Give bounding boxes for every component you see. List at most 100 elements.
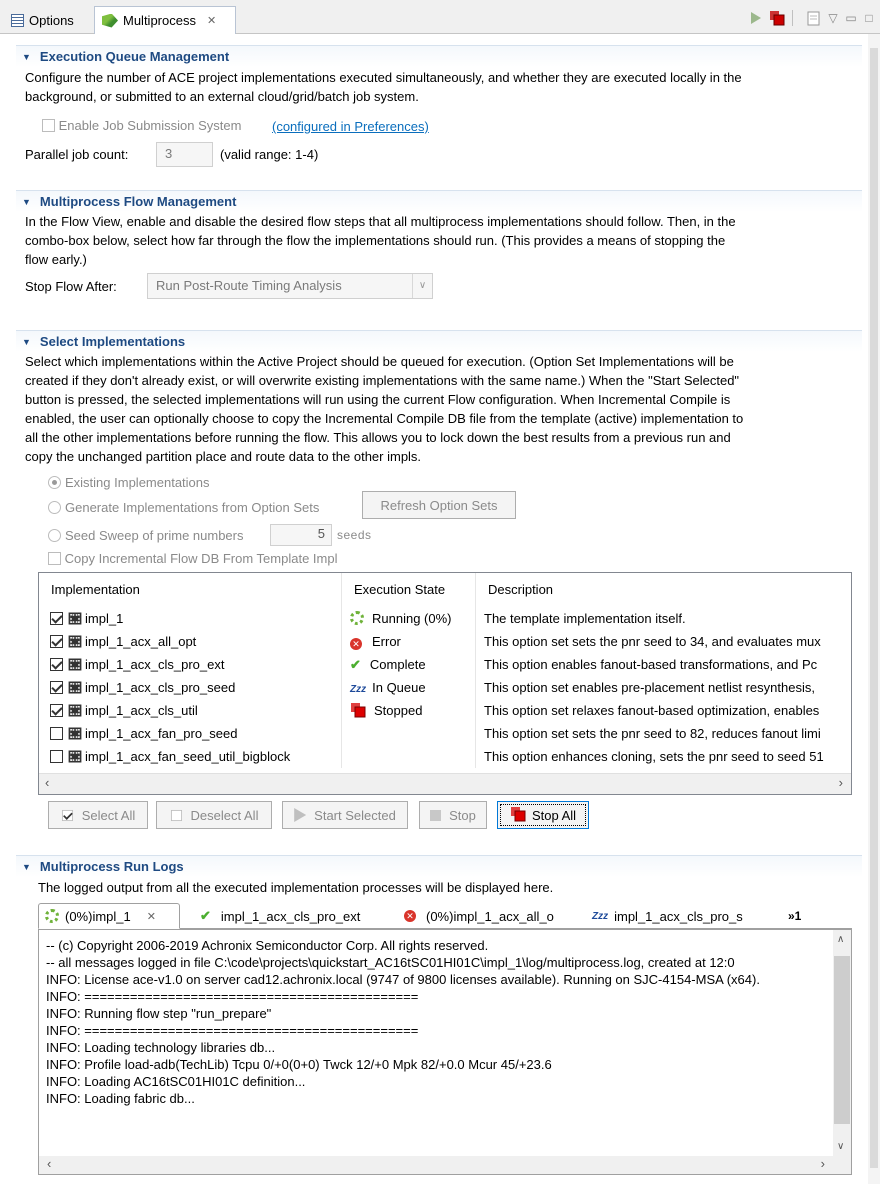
page-scrollbar[interactable] xyxy=(868,34,880,1184)
preferences-link[interactable]: (configured in Preferences) xyxy=(272,117,429,136)
row-description: This option enables fanout-based transfo… xyxy=(475,653,851,676)
collapse-arrow-icon: ▼ xyxy=(22,861,31,872)
stop-all-button[interactable]: Stop All xyxy=(497,801,589,829)
collapse-arrow-icon: ▼ xyxy=(22,51,31,62)
maximize-icon[interactable]: □ xyxy=(860,10,878,26)
stop-icon xyxy=(430,809,442,821)
chip-icon xyxy=(68,750,82,763)
log-scroll-thumb[interactable] xyxy=(834,956,850,1124)
column-description[interactable]: Description xyxy=(475,573,851,607)
error-icon: ✕ xyxy=(350,638,362,650)
stop-all-toolbar-icon[interactable] xyxy=(768,10,786,26)
page-scroll-thumb[interactable] xyxy=(870,48,878,1168)
view-menu-icon[interactable]: ▽ xyxy=(824,10,842,26)
log-output[interactable]: -- (c) Copyright 2006-2019 Achronix Semi… xyxy=(38,929,852,1175)
row-checkbox[interactable] xyxy=(50,635,63,648)
table-row[interactable]: impl_1_acx_cls_pro_seed Zzz In Queue This… xyxy=(39,676,851,699)
chevron-down-icon: ∨ xyxy=(412,274,432,298)
select-description-1: Select which implementations within the … xyxy=(25,354,734,369)
parallel-job-input[interactable]: 3 xyxy=(156,142,213,167)
refresh-option-sets-button[interactable]: Refresh Option Sets xyxy=(362,491,516,519)
run-toolbar-icon[interactable] xyxy=(747,10,765,26)
row-checkbox[interactable] xyxy=(50,750,63,763)
log-vertical-scrollbar[interactable]: ∧ ∨ xyxy=(833,930,851,1156)
log-line: INFO: Loading technology libraries db... xyxy=(46,1040,276,1055)
flow-management-header[interactable]: ▼ Multiprocess Flow Management xyxy=(16,190,862,212)
log-line: INFO: Loading fabric db... xyxy=(46,1091,195,1106)
deselect-all-button[interactable]: Deselect All xyxy=(156,801,272,829)
error-icon: ✕ xyxy=(404,910,416,922)
select-implementations-header[interactable]: ▼ Select Implementations xyxy=(16,330,862,352)
chip-icon xyxy=(68,635,82,648)
scroll-left-icon[interactable]: ‹ xyxy=(47,1156,51,1171)
scroll-down-icon[interactable]: ∨ xyxy=(837,1141,844,1152)
check-icon: ✔ xyxy=(350,657,361,672)
log-line: INFO: Profile load-adb(TechLib) Tcpu 0/+… xyxy=(46,1057,552,1072)
enable-job-submission-checkbox[interactable]: Enable Job Submission System xyxy=(42,116,241,135)
chip-icon xyxy=(68,612,82,625)
table-row[interactable]: impl_1_acx_fan_pro_seed This option set … xyxy=(39,722,851,745)
table-horizontal-scrollbar[interactable]: ‹ › xyxy=(39,773,851,794)
log-tab-all-opt[interactable]: ✕ (0%)impl_1_acx_all_o xyxy=(398,903,554,929)
seed-count-input[interactable]: 5 xyxy=(270,524,332,546)
table-row[interactable]: impl_1_acx_fan_seed_util_bigblock This o… xyxy=(39,745,851,768)
logs-description: The logged output from all the executed … xyxy=(38,880,554,895)
stop-button[interactable]: Stop xyxy=(419,801,487,829)
start-selected-button[interactable]: Start Selected xyxy=(282,801,408,829)
radio-icon xyxy=(48,476,61,489)
row-checkbox[interactable] xyxy=(50,681,63,694)
close-icon[interactable]: ✕ xyxy=(207,14,216,27)
queue-icon: Zzz xyxy=(592,910,609,922)
queue-icon: Zzz xyxy=(350,684,367,695)
execution-queue-header[interactable]: ▼ Execution Queue Management xyxy=(16,45,862,67)
running-icon xyxy=(45,909,59,923)
copy-incremental-checkbox[interactable]: Copy Incremental Flow DB From Template I… xyxy=(48,549,337,568)
scroll-right-icon[interactable]: › xyxy=(839,775,843,790)
tab-multiprocess[interactable]: Multiprocess ✕ xyxy=(94,6,236,34)
clear-log-icon[interactable] xyxy=(804,10,822,26)
scroll-left-icon[interactable]: ‹ xyxy=(45,775,49,790)
row-checkbox[interactable] xyxy=(50,612,63,625)
log-horizontal-scrollbar[interactable]: ‹ › xyxy=(39,1156,851,1174)
stopped-icon xyxy=(350,702,366,722)
log-tab-impl-1[interactable]: (0%)impl_1 ✕ xyxy=(38,903,180,929)
column-execution-state[interactable]: Execution State xyxy=(341,573,475,607)
row-checkbox[interactable] xyxy=(50,704,63,717)
log-line: -- all messages logged in file C:\code\p… xyxy=(46,955,735,970)
check-icon: ✔ xyxy=(200,908,211,923)
chip-icon xyxy=(68,727,82,740)
close-icon[interactable]: ✕ xyxy=(147,910,156,923)
log-tab-cls-pro-seed[interactable]: Zzz impl_1_acx_cls_pro_s xyxy=(586,903,743,929)
log-line: INFO: ==================================… xyxy=(46,1023,419,1038)
row-description: This option set enables pre-placement ne… xyxy=(475,676,851,699)
flow-description-3: flow early.) xyxy=(25,252,87,267)
scroll-right-icon[interactable]: › xyxy=(821,1156,825,1171)
row-description: This option set relaxes fanout-based opt… xyxy=(475,699,851,722)
run-logs-header[interactable]: ▼ Multiprocess Run Logs xyxy=(16,855,862,877)
existing-implementations-radio[interactable]: Existing Implementations xyxy=(48,473,210,492)
scroll-up-icon[interactable]: ∧ xyxy=(837,934,844,945)
row-checkbox[interactable] xyxy=(50,727,63,740)
parallel-job-label: Parallel job count: xyxy=(25,147,129,162)
table-row[interactable]: impl_1_acx_cls_pro_ext ✔ Complete This op… xyxy=(39,653,851,676)
column-implementation[interactable]: Implementation xyxy=(39,573,341,607)
select-all-button[interactable]: Select All xyxy=(48,801,148,829)
tab-overflow-button[interactable]: »1 xyxy=(788,903,801,929)
table-row[interactable]: impl_1 Running (0%) The template impleme… xyxy=(39,607,851,630)
row-checkbox[interactable] xyxy=(50,658,63,671)
flow-description-2: combo-box below, select how far through … xyxy=(25,233,726,248)
execution-queue-section: ▼ Execution Queue Management xyxy=(16,45,862,67)
multiprocess-icon xyxy=(102,13,118,28)
table-row[interactable]: impl_1_acx_all_opt ✕ Error This option se… xyxy=(39,630,851,653)
select-description-2: created if they don't already exist, or … xyxy=(25,373,740,388)
log-tab-cls-pro-ext[interactable]: ✔ impl_1_acx_cls_pro_ext xyxy=(194,903,360,929)
generate-implementations-radio[interactable]: Generate Implementations from Option Set… xyxy=(48,498,319,517)
table-row[interactable]: impl_1_acx_cls_util Stopped This option … xyxy=(39,699,851,722)
stop-flow-combo[interactable]: Run Post-Route Timing Analysis ∨ xyxy=(147,273,433,299)
select-description-5: all the other implementations before run… xyxy=(25,430,731,445)
tab-options-label: Options xyxy=(29,12,74,28)
minimize-icon[interactable]: ▭ xyxy=(842,10,860,26)
seed-sweep-radio[interactable]: Seed Sweep of prime numbers xyxy=(48,526,243,545)
tab-options[interactable]: Options xyxy=(4,6,81,34)
row-state xyxy=(341,745,475,768)
